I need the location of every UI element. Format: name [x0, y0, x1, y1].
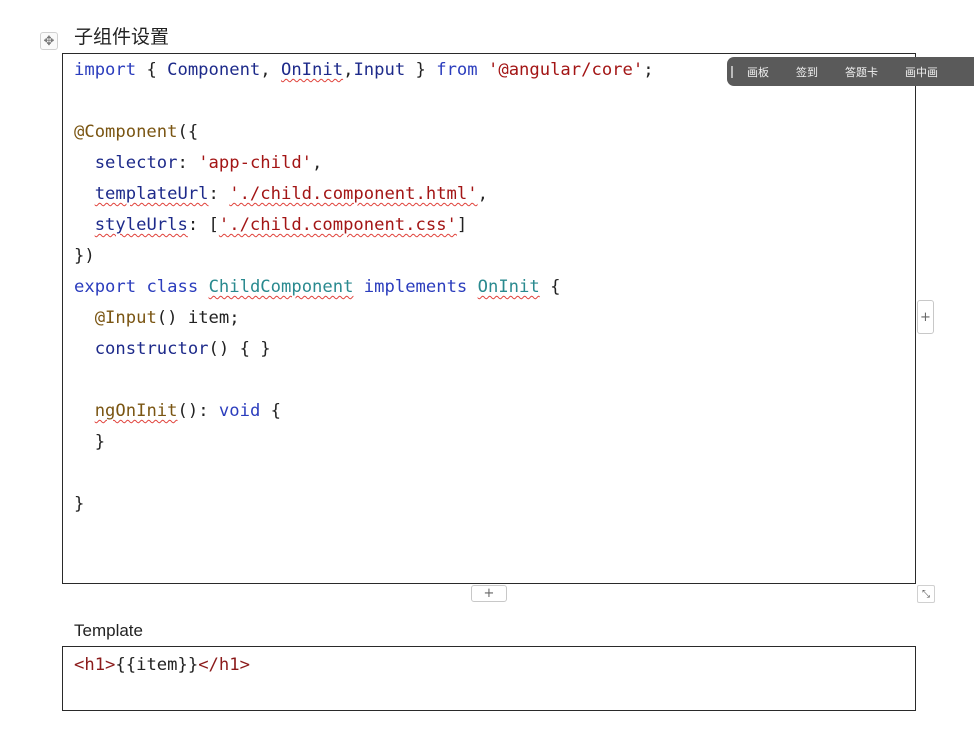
template-label: Template	[74, 621, 143, 640]
code-token: ,	[260, 60, 281, 80]
code-editor[interactable]: import { Component, OnInit,Input } from …	[62, 53, 916, 584]
code-line-3: selector: 'app-child',	[74, 153, 323, 173]
code-token: Component	[167, 60, 261, 80]
code-line-1: import { Component, OnInit,Input } from …	[74, 60, 654, 80]
code-token: :	[208, 184, 230, 204]
add-column-button[interactable]: +	[917, 300, 934, 334]
code-token: </h1>	[198, 655, 250, 675]
code-token: OnInit	[280, 60, 344, 80]
section-title: 子组件设置	[74, 26, 170, 48]
code-token: ({	[177, 122, 199, 142]
code-token: from	[436, 60, 478, 80]
code-token: void	[218, 401, 261, 421]
code-token: {	[539, 277, 561, 297]
code-token: }	[94, 432, 106, 452]
code-token: 'app-child'	[198, 153, 313, 173]
code-token: import	[74, 60, 137, 80]
add-row-button[interactable]: +	[471, 585, 507, 602]
code-token: ;	[643, 60, 654, 80]
code-token: ,	[477, 184, 488, 204]
code-token: ,	[343, 60, 354, 80]
code-token: selector	[94, 153, 178, 173]
code-line-7: export class ChildComponent implements O…	[74, 277, 560, 297]
code-token: ,	[312, 153, 323, 173]
code-token: './child.component.css'	[218, 215, 457, 235]
code-token: @Input	[94, 308, 157, 328]
code-token: () { }	[208, 339, 271, 359]
code-line-8: @Input() item;	[74, 308, 240, 328]
toolbar-item-whiteboard[interactable]: 画板	[747, 64, 769, 80]
code-token: {{item}}	[115, 655, 199, 675]
code-token: : [	[187, 215, 219, 235]
move-handle-icon[interactable]: ✥	[40, 32, 58, 50]
code-token: styleUrls	[94, 215, 188, 235]
floating-toolbar: 画板 签到 答题卡 画中画	[727, 57, 974, 86]
code-line-4: templateUrl: './child.component.html',	[74, 184, 488, 204]
resize-icon[interactable]: ⤡	[917, 585, 935, 603]
template-line: <h1>{{item}}</h1>	[74, 655, 250, 675]
code-line-5: styleUrls: ['./child.component.css']	[74, 215, 468, 235]
toolbar-grip-icon[interactable]	[731, 65, 733, 78]
toolbar-item-answer-card[interactable]: 答题卡	[845, 64, 878, 80]
code-line-2: @Component({	[74, 122, 198, 142]
code-token: '@angular/core'	[488, 60, 644, 80]
code-token: () item;	[156, 308, 240, 328]
code-line-6: })	[74, 246, 95, 266]
code-token: ngOnInit	[94, 401, 178, 421]
code-token: ]	[456, 215, 468, 235]
code-token: }	[405, 60, 437, 80]
code-token: {	[260, 401, 282, 421]
code-token: ChildComponent	[208, 277, 354, 297]
code-token: './child.component.html'	[229, 184, 478, 204]
code-token: templateUrl	[94, 184, 209, 204]
toolbar-item-checkin[interactable]: 签到	[796, 64, 818, 80]
code-token: {	[136, 60, 168, 80]
code-token: OnInit	[477, 277, 540, 297]
code-token: implements	[363, 277, 468, 297]
code-token: :	[177, 153, 199, 173]
code-line-12: }	[74, 494, 85, 514]
code-token: @Component	[74, 122, 178, 142]
code-token: ():	[177, 401, 219, 421]
toolbar-item-picture-in-picture[interactable]: 画中画	[905, 64, 938, 80]
code-line-11: }	[74, 432, 105, 452]
code-token: <h1>	[74, 655, 116, 675]
code-token: export	[74, 277, 137, 297]
code-token: class	[146, 277, 199, 297]
code-token: Input	[353, 60, 406, 80]
code-line-10: ngOnInit(): void {	[74, 401, 281, 421]
code-line-9: constructor() { }	[74, 339, 271, 359]
template-editor[interactable]: <h1>{{item}}</h1>	[62, 646, 916, 711]
code-token: constructor	[94, 339, 209, 359]
